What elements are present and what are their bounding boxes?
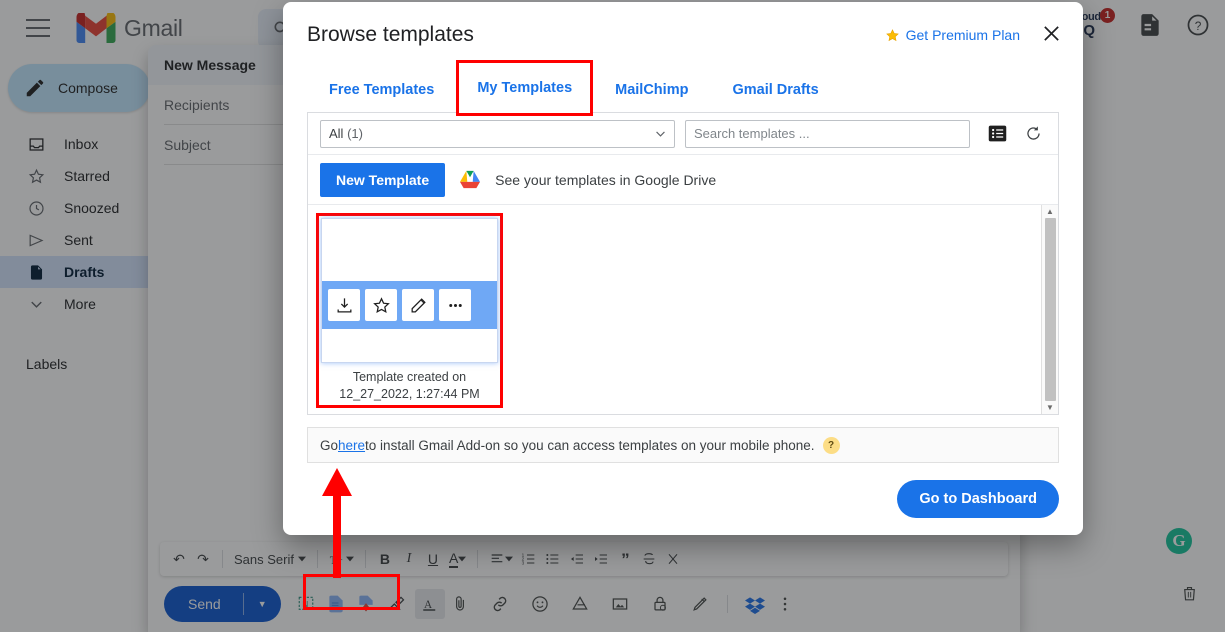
premium-label: Get Premium Plan (905, 27, 1020, 43)
template-caption: Template created on 12_27_2022, 1:27:44 … (321, 369, 498, 403)
go-to-dashboard-button[interactable]: Go to Dashboard (897, 480, 1059, 518)
page-title: Browse templates (307, 23, 474, 46)
more-options-icon[interactable] (439, 289, 471, 321)
tab-gmail-drafts[interactable]: Gmail Drafts (710, 68, 840, 112)
dialog-footer: Go to Dashboard (283, 463, 1083, 535)
browse-templates-dialog: Browse templates Get Premium Plan Free T… (283, 2, 1083, 535)
google-drive-icon (460, 170, 481, 188)
templates-grid: Template created on 12_27_2022, 1:27:44 … (308, 205, 1041, 414)
templates-grid-area: Template created on 12_27_2022, 1:27:44 … (308, 205, 1058, 414)
dialog-header: Browse templates Get Premium Plan (283, 2, 1083, 68)
scroll-up-arrow[interactable]: ▲ (1046, 207, 1054, 216)
scrollbar-thumb[interactable] (1044, 218, 1056, 401)
refresh-icon[interactable] (1020, 121, 1046, 147)
new-template-button[interactable]: New Template (320, 162, 446, 197)
edit-pencil-icon[interactable] (402, 289, 434, 321)
drive-link-text[interactable]: See your templates in Google Drive (495, 172, 716, 188)
filter-row: All (1) Search templates ... (308, 113, 1058, 155)
addon-notice-before: Go (320, 437, 339, 453)
close-icon[interactable] (1042, 24, 1061, 47)
template-card[interactable]: Template created on 12_27_2022, 1:27:44 … (321, 218, 498, 403)
template-thumbnail[interactable] (321, 218, 498, 363)
scroll-down-arrow[interactable]: ▼ (1046, 403, 1054, 412)
tab-my-templates[interactable]: My Templates (456, 60, 594, 116)
search-placeholder: Search templates ... (694, 126, 810, 141)
template-caption-line2: 12_27_2022, 1:27:44 PM (339, 386, 480, 401)
templates-panel: All (1) Search templates ... New Templat… (307, 112, 1059, 415)
template-card-highlight: Template created on 12_27_2022, 1:27:44 … (316, 213, 503, 408)
category-count: (1) (347, 126, 363, 141)
insert-template-icon[interactable] (328, 289, 360, 321)
addon-here-link[interactable]: here (338, 438, 365, 453)
favorite-star-icon[interactable] (365, 289, 397, 321)
dialog-tabs: Free Templates My Templates MailChimp Gm… (283, 60, 1083, 116)
addon-notice-after: to install Gmail Add-on so you can acces… (365, 437, 815, 453)
template-caption-line1: Template created on (352, 370, 467, 384)
tab-free-templates[interactable]: Free Templates (307, 68, 456, 112)
get-premium-plan-link[interactable]: Get Premium Plan (885, 27, 1020, 43)
list-view-icon[interactable] (984, 121, 1010, 147)
addon-notice: Go here to install Gmail Add-on so you c… (307, 427, 1059, 463)
chevron-down-icon (656, 131, 665, 137)
star-icon (885, 28, 899, 41)
category-value: All (329, 126, 344, 141)
help-icon[interactable]: ? (822, 436, 840, 454)
templates-scrollbar[interactable]: ▲ ▼ (1041, 205, 1058, 414)
search-templates-input[interactable]: Search templates ... (685, 119, 970, 148)
category-select[interactable]: All (1) (320, 119, 675, 148)
new-template-row: New Template See your templates in Googl… (308, 155, 1058, 205)
template-actions-bar (322, 281, 497, 329)
tab-mailchimp[interactable]: MailChimp (593, 68, 710, 112)
